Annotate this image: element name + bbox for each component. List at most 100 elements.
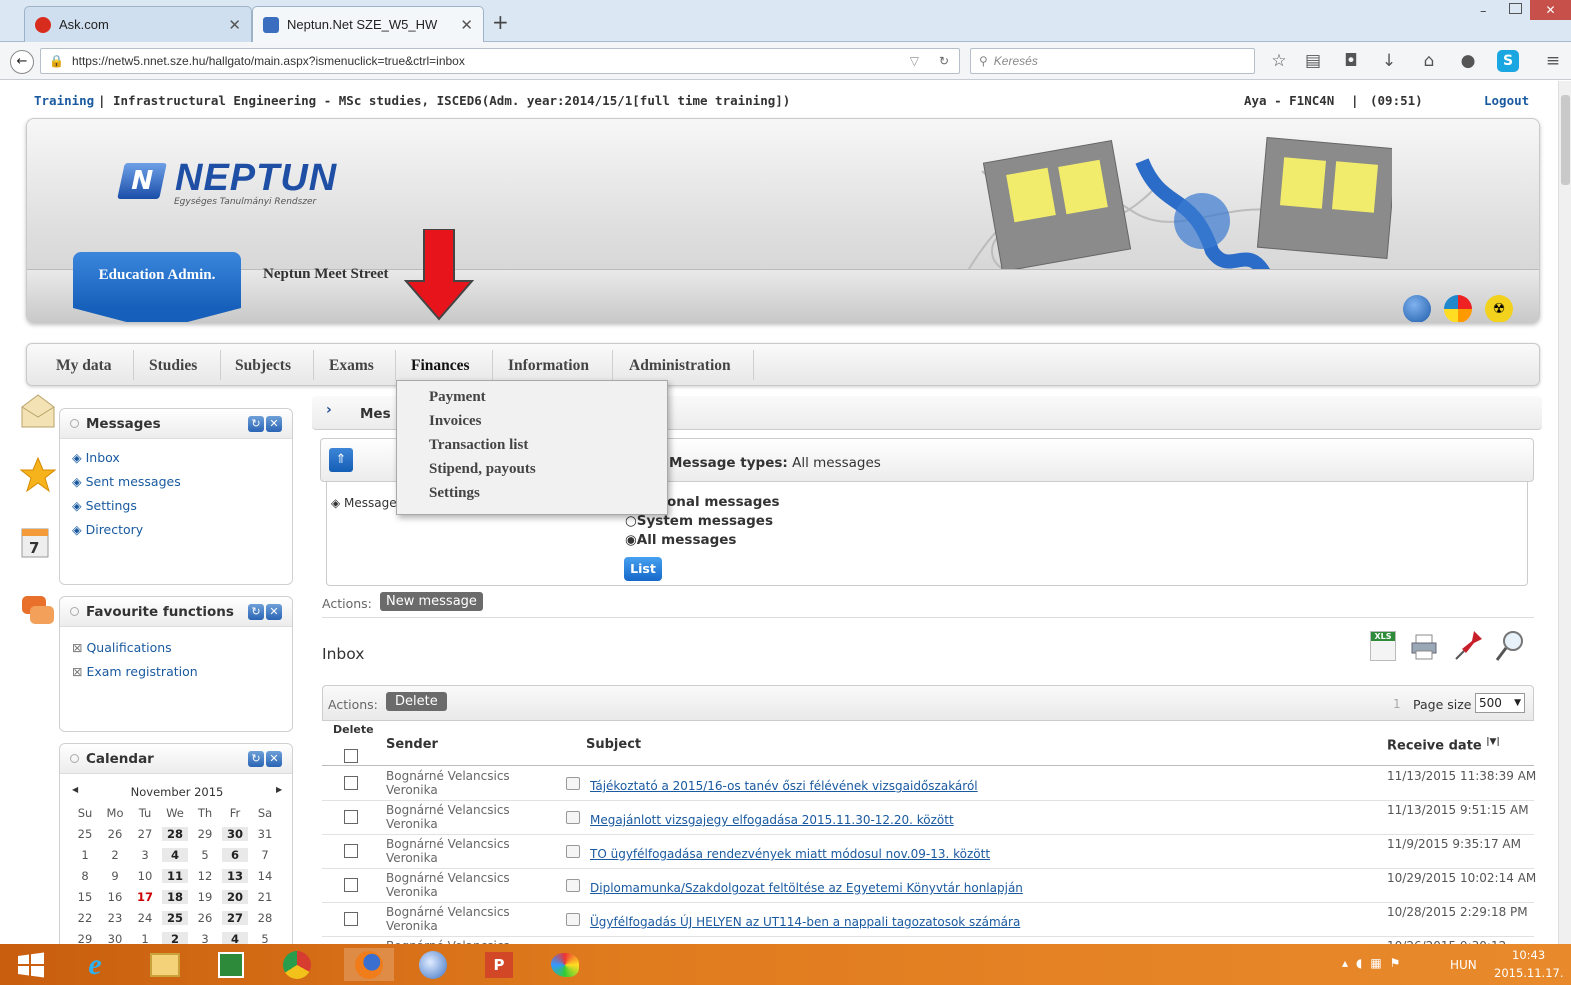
close-tab-icon[interactable]: ✕: [228, 16, 241, 34]
delete-button[interactable]: Delete: [386, 692, 447, 711]
calendar-day[interactable]: 25: [72, 827, 98, 841]
chat-icon[interactable]: ●: [1457, 50, 1479, 72]
subject-link[interactable]: Diplomamunka/Szakdolgozat feltöltése az …: [590, 881, 1023, 895]
calendar-day[interactable]: 12: [192, 869, 218, 883]
restore-button[interactable]: [1509, 3, 1522, 14]
row-checkbox[interactable]: [344, 878, 358, 892]
calendar-day[interactable]: 17: [132, 890, 158, 904]
menu-my-data[interactable]: My data: [56, 357, 112, 375]
calendar-day[interactable]: 10: [132, 869, 158, 883]
export-xls-icon[interactable]: XLS: [1370, 631, 1396, 661]
magnifier-icon[interactable]: [1494, 629, 1526, 663]
download-icon[interactable]: ↓: [1378, 50, 1400, 72]
file-explorer-icon[interactable]: [140, 948, 190, 981]
calendar-day[interactable]: 18: [162, 890, 188, 904]
collapse-up-icon[interactable]: ⇑: [329, 448, 353, 472]
scrollbar-thumb[interactable]: [1561, 95, 1570, 185]
calendar-day[interactable]: 14: [252, 869, 278, 883]
dropdown-item-stipend-payouts[interactable]: Stipend, payouts: [429, 461, 536, 478]
back-arrow-icon[interactable]: ←: [10, 50, 34, 74]
color-theme-icon[interactable]: [1444, 295, 1472, 322]
subject-link[interactable]: Tájékoztató a 2015/16-os tanév őszi félé…: [590, 779, 978, 793]
dropdown-item-payment[interactable]: Payment: [429, 389, 486, 406]
browser-tab-neptun[interactable]: Neptun.Net SZE_W5_HW ✕: [252, 6, 484, 42]
calendar-day[interactable]: 15: [72, 890, 98, 904]
calendar-day[interactable]: 16: [102, 890, 128, 904]
chat-bubble-icon[interactable]: [20, 594, 56, 630]
close-window-button[interactable]: ✕: [1530, 0, 1571, 20]
subject-link[interactable]: Ügyfélfogadás ÚJ HELYEN az UT114-ben a n…: [590, 915, 1020, 929]
calendar-day[interactable]: 30: [102, 932, 128, 944]
calendar-day[interactable]: 3: [192, 932, 218, 944]
minimize-button[interactable]: –: [1480, 4, 1487, 19]
thunderbird-icon[interactable]: [408, 948, 458, 981]
calendar-day[interactable]: 26: [192, 911, 218, 925]
list-button[interactable]: List: [624, 557, 662, 581]
table-row[interactable]: Bognárné Velancsics Veronika Megajánlott …: [322, 801, 1534, 835]
store-icon[interactable]: [206, 948, 256, 981]
close-tab-icon[interactable]: ✕: [460, 16, 473, 34]
page-scrollbar[interactable]: [1558, 81, 1571, 944]
page-size-select[interactable]: 500 ▼: [1475, 693, 1525, 713]
table-row[interactable]: Bognárné Velancsics10/26/2015 9:30:12: [322, 937, 1534, 944]
new-message-button[interactable]: New message: [380, 592, 483, 611]
calendar-day[interactable]: 9: [102, 869, 128, 883]
refresh-icon[interactable]: ↻: [248, 416, 264, 432]
close-icon[interactable]: ✕: [266, 751, 282, 767]
language-indicator[interactable]: HUN: [1450, 958, 1477, 972]
sidebar-item-inbox[interactable]: ◈ Inbox: [72, 450, 120, 465]
col-sender-header[interactable]: Sender: [386, 737, 438, 752]
calendar-day[interactable]: 4: [162, 848, 188, 862]
calendar-day[interactable]: 4: [222, 932, 248, 944]
dropdown-item-settings[interactable]: Settings: [429, 485, 480, 502]
menu-exams[interactable]: Exams: [329, 357, 374, 375]
close-icon[interactable]: ✕: [266, 604, 282, 620]
sidebar-item-directory[interactable]: ◈ Directory: [72, 522, 143, 537]
calendar-day[interactable]: 5: [192, 848, 218, 862]
calendar-icon[interactable]: 7: [20, 525, 56, 561]
calendar-day[interactable]: 2: [162, 932, 188, 944]
skype-icon[interactable]: S: [1497, 50, 1519, 72]
chrome-icon[interactable]: [272, 948, 322, 981]
calendar-day[interactable]: 8: [72, 869, 98, 883]
envelope-icon[interactable]: [20, 393, 56, 429]
row-checkbox[interactable]: [344, 912, 358, 926]
calendar-day[interactable]: 3: [132, 848, 158, 862]
dropdown-item-invoices[interactable]: Invoices: [429, 413, 482, 430]
calendar-day[interactable]: 2: [102, 848, 128, 862]
calendar-day[interactable]: 6: [222, 848, 248, 862]
sidebar-item-sent-messages[interactable]: ◈ Sent messages: [72, 474, 181, 489]
home-icon[interactable]: ⌂: [1418, 50, 1440, 72]
calendar-day[interactable]: 30: [222, 827, 248, 841]
calendar-day[interactable]: 20: [222, 890, 248, 904]
calendar-day[interactable]: 1: [72, 848, 98, 862]
col-subject-header[interactable]: Subject: [586, 737, 641, 752]
calendar-day[interactable]: 29: [72, 932, 98, 944]
accessibility-icon[interactable]: ☢: [1485, 295, 1513, 322]
subject-link[interactable]: TO ügyfélfogadása rendezvények miatt mód…: [590, 847, 990, 861]
close-icon[interactable]: ✕: [266, 416, 282, 432]
calendar-day[interactable]: 21: [252, 890, 278, 904]
radio-all-messages[interactable]: ◉All messages: [625, 532, 736, 548]
clock-date[interactable]: 2015.11.17.: [1494, 966, 1564, 980]
calendar-day[interactable]: 28: [252, 911, 278, 925]
calendar-day[interactable]: 28: [162, 827, 188, 841]
page-number[interactable]: 1: [1393, 697, 1401, 711]
calendar-day[interactable]: 19: [192, 890, 218, 904]
tray-icons[interactable]: ▴◖▦⚑: [1342, 956, 1408, 970]
calendar-day[interactable]: 27: [132, 827, 158, 841]
dropdown-arrow-icon[interactable]: ▽: [910, 54, 919, 68]
calendar-day[interactable]: 13: [222, 869, 248, 883]
calendar-day[interactable]: 5: [252, 932, 278, 944]
menu-administration[interactable]: Administration: [629, 357, 731, 375]
calendar-day[interactable]: 25: [162, 911, 188, 925]
menu-subjects[interactable]: Subjects: [235, 357, 291, 375]
refresh-icon[interactable]: ↻: [248, 751, 264, 767]
table-row[interactable]: Bognárné Velancsics Veronika Diplomamunka…: [322, 869, 1536, 903]
select-all-checkbox[interactable]: [344, 749, 358, 763]
menu-hamburger-icon[interactable]: ≡: [1542, 50, 1564, 72]
globe-icon[interactable]: [1403, 295, 1431, 322]
dropdown-item-transaction-list[interactable]: Transaction list: [429, 437, 528, 454]
new-tab-button[interactable]: +: [492, 10, 509, 34]
calendar-day[interactable]: 29: [192, 827, 218, 841]
